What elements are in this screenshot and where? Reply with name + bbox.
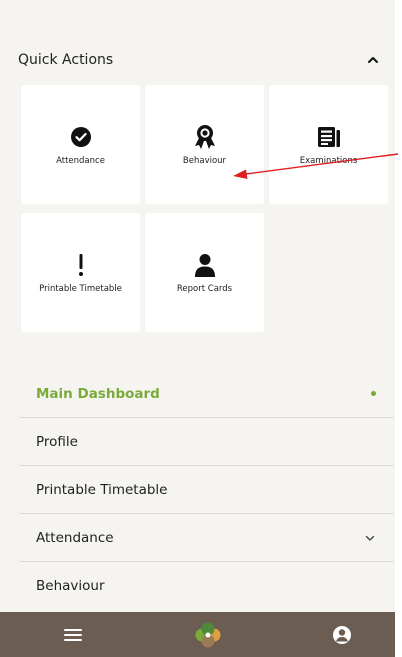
tile-printable-timetable[interactable]: Printable Timetable <box>21 213 140 332</box>
menu-item-attendance-label: Attendance <box>36 529 114 546</box>
tile-report-cards-label: Report Cards <box>176 283 233 294</box>
quick-actions-header[interactable]: Quick Actions <box>18 48 380 72</box>
navigation-menu: Main Dashboard Profile Printable Timetab… <box>20 370 394 610</box>
bottom-navigation-bar <box>0 612 395 657</box>
menu-item-main-dashboard[interactable]: Main Dashboard <box>20 370 394 418</box>
tile-report-cards[interactable]: Report Cards <box>145 213 264 332</box>
tile-examinations-label: Examinations <box>299 155 358 166</box>
tile-behaviour-label: Behaviour <box>182 155 227 166</box>
menu-item-attendance[interactable]: Attendance <box>20 514 394 562</box>
person-icon <box>192 252 218 278</box>
tile-printable-timetable-label: Printable Timetable <box>39 283 122 294</box>
user-account-icon[interactable] <box>331 624 353 646</box>
tile-attendance-label: Attendance <box>56 155 105 166</box>
tile-behaviour[interactable]: Behaviour <box>145 85 264 204</box>
hamburger-menu-icon[interactable] <box>62 627 84 643</box>
menu-item-behaviour[interactable]: Behaviour <box>20 562 394 610</box>
tile-attendance[interactable]: Attendance <box>21 85 140 204</box>
exclamation-icon <box>68 252 94 278</box>
menu-item-profile-label: Profile <box>36 433 78 450</box>
app-screen: Quick Actions Attendance Behaviour Exami… <box>0 0 395 657</box>
menu-item-behaviour-label: Behaviour <box>36 578 105 594</box>
check-circle-icon <box>68 124 94 150</box>
menu-item-profile[interactable]: Profile <box>20 418 394 466</box>
quick-actions-title: Quick Actions <box>18 52 114 68</box>
tile-examinations[interactable]: Examinations <box>269 85 388 204</box>
chevron-down-icon[interactable] <box>364 532 376 544</box>
school-logo-icon[interactable] <box>194 622 222 648</box>
newspaper-icon <box>316 124 342 150</box>
chevron-up-icon[interactable] <box>366 53 380 67</box>
active-dot-indicator <box>371 391 376 396</box>
menu-item-main-dashboard-label: Main Dashboard <box>36 385 160 402</box>
award-ribbon-icon <box>192 124 218 150</box>
menu-item-printable-timetable[interactable]: Printable Timetable <box>20 466 394 514</box>
menu-item-printable-timetable-label: Printable Timetable <box>36 481 168 498</box>
